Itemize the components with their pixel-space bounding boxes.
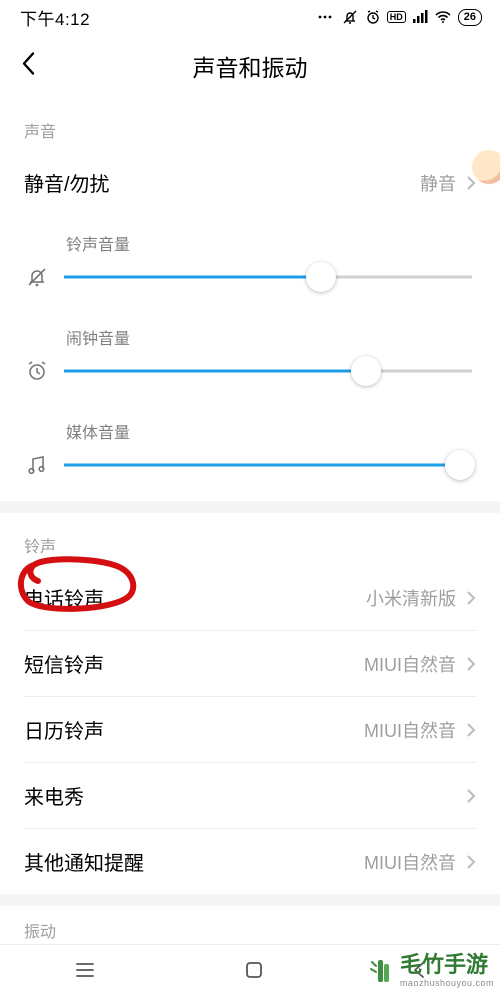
- row-other-notify[interactable]: 其他通知提醒 MIUI自然音: [0, 829, 500, 894]
- alarm-clock-icon: [24, 359, 50, 383]
- row-value-text: MIUI自然音: [364, 717, 456, 743]
- section-label-ringtone: 铃声: [0, 513, 500, 565]
- row-value-text: MIUI自然音: [364, 651, 456, 677]
- section-gap: [0, 501, 500, 513]
- alarm-volume-slider[interactable]: [64, 357, 472, 385]
- row-value: MIUI自然音: [364, 651, 476, 677]
- section-label-vibration: 振动: [0, 906, 500, 946]
- row-title: 电话铃声: [24, 583, 104, 612]
- row-sms-ringtone[interactable]: 短信铃声 MIUI自然音: [0, 631, 500, 696]
- row-value-text: MIUI自然音: [364, 849, 456, 875]
- status-bar: 下午4:12 HD 26: [0, 0, 500, 34]
- back-button[interactable]: [20, 50, 38, 83]
- page-title: 声音和振动: [0, 49, 500, 83]
- row-value: [466, 788, 476, 804]
- row-title: 静音/勿扰: [24, 168, 110, 197]
- page-header: 声音和振动: [0, 34, 500, 98]
- row-silent-dnd[interactable]: 静音/勿扰 静音: [0, 150, 500, 215]
- nav-recent-button[interactable]: [74, 961, 96, 984]
- slider-row-media: 媒体音量: [0, 403, 500, 501]
- slider-row-ringtone: 铃声音量: [0, 215, 500, 309]
- signal-hd-icon: HD: [387, 11, 406, 24]
- alarm-clock-icon: [365, 9, 381, 25]
- ringtone-volume-slider[interactable]: [64, 263, 472, 291]
- status-dots-icon: [317, 12, 335, 22]
- wifi-icon: [434, 10, 452, 24]
- row-title: 日历铃声: [24, 715, 104, 744]
- row-value: 静音: [420, 170, 476, 196]
- row-phone-ringtone[interactable]: 电话铃声 小米清新版: [0, 565, 500, 630]
- chevron-right-icon: [466, 656, 476, 672]
- row-value: MIUI自然音: [364, 717, 476, 743]
- row-value: MIUI自然音: [364, 849, 476, 875]
- slider-label: 媒体音量: [66, 419, 472, 443]
- slider-row-alarm: 闹钟音量: [0, 309, 500, 403]
- slider-label: 铃声音量: [66, 231, 472, 255]
- battery-indicator: 26: [458, 9, 482, 26]
- row-title: 短信铃声: [24, 649, 104, 678]
- row-value: 小米清新版: [366, 585, 476, 611]
- chevron-right-icon: [466, 722, 476, 738]
- status-time: 下午4:12: [20, 5, 90, 30]
- system-nav-bar: [0, 944, 500, 1000]
- status-icons: HD 26: [317, 9, 482, 26]
- row-value-text: 小米清新版: [366, 585, 456, 611]
- row-calendar-ringtone[interactable]: 日历铃声 MIUI自然音: [0, 697, 500, 762]
- section-gap: [0, 894, 500, 906]
- bell-mute-icon: [24, 265, 50, 289]
- row-call-show[interactable]: 来电秀: [0, 763, 500, 828]
- chevron-right-icon: [466, 854, 476, 870]
- row-title: 其他通知提醒: [24, 847, 144, 876]
- nav-back-button[interactable]: [412, 960, 426, 985]
- nav-home-button[interactable]: [244, 960, 264, 985]
- section-label-sound: 声音: [0, 98, 500, 150]
- slider-label: 闹钟音量: [66, 325, 472, 349]
- music-note-icon: [24, 453, 50, 477]
- assistant-avatar[interactable]: [470, 148, 500, 186]
- row-value-text: 静音: [420, 170, 456, 196]
- chevron-right-icon: [466, 590, 476, 606]
- vibrate-mute-icon: [341, 9, 359, 25]
- signal-bars-icon: [412, 10, 428, 24]
- media-volume-slider[interactable]: [64, 451, 472, 479]
- row-title: 来电秀: [24, 781, 84, 810]
- chevron-right-icon: [466, 788, 476, 804]
